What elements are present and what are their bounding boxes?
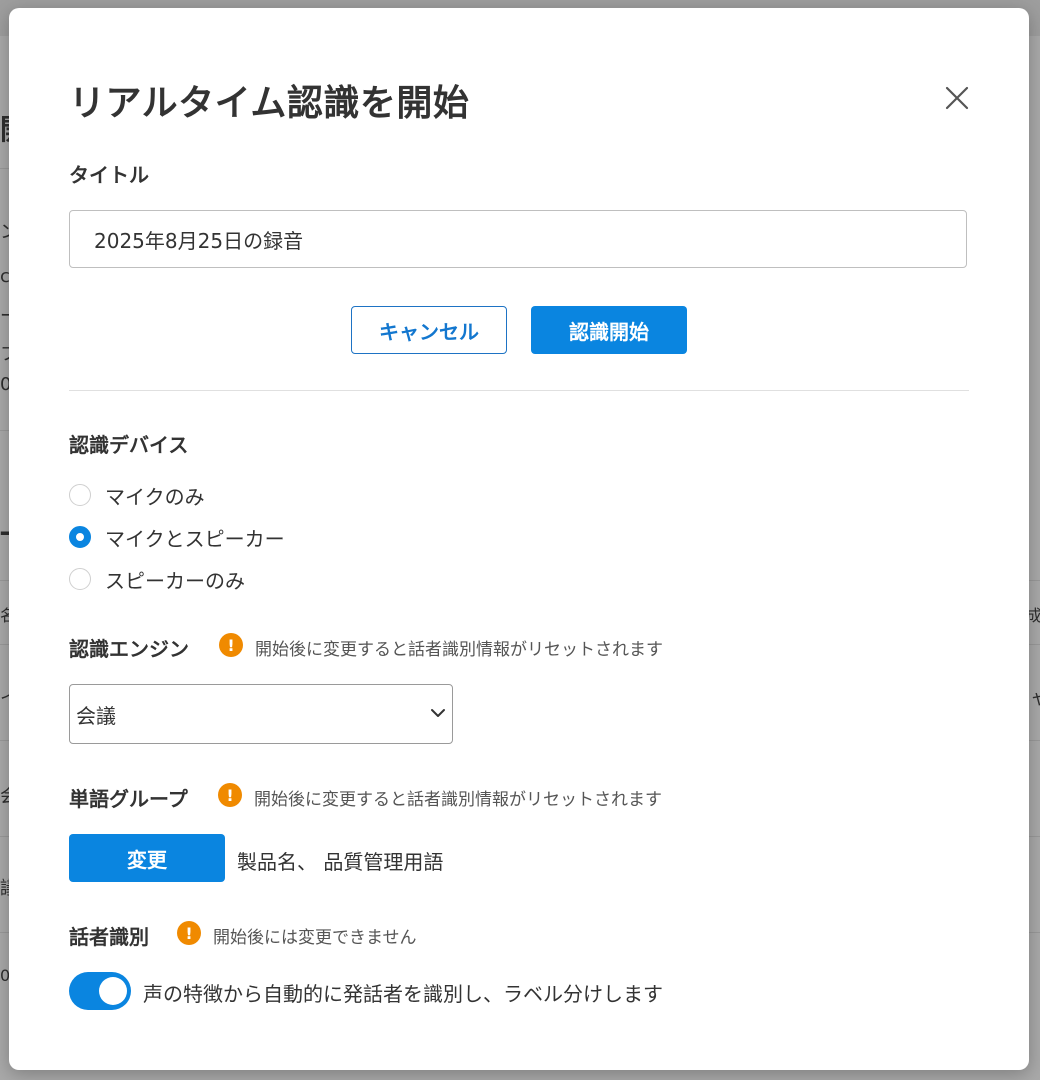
change-word-group-button[interactable]: 変更 [69,834,225,882]
start-recognition-dialog: リアルタイム認識を開始 タイトル キャンセル 認識開始 認識デバイス マイクのみ… [9,8,1029,1070]
title-field-label: タイトル [69,163,149,187]
engine-select-value: 会議 [76,703,116,728]
dialog-title: リアルタイム認識を開始 [69,83,470,124]
speaker-id-toggle[interactable] [69,972,131,1010]
word-group-value: 製品名、 品質管理用語 [237,850,444,874]
warning-icon: ! [219,633,243,657]
title-input[interactable] [69,210,967,268]
device-option-mic-and-speaker[interactable]: マイクとスピーカー [69,522,285,552]
start-recognition-button[interactable]: 認識開始 [531,306,687,354]
device-option-label: マイクとスピーカー [105,526,285,551]
radio-button[interactable] [69,484,91,506]
word-group-label: 単語グループ [69,787,188,811]
chevron-down-icon [431,709,445,717]
device-option-speaker-only[interactable]: スピーカーのみ [69,564,245,594]
radio-button-selected[interactable] [69,526,91,548]
engine-warning-text: 開始後に変更すると話者識別情報がリセットされます [255,640,663,660]
warning-icon: ! [218,783,242,807]
cancel-button[interactable]: キャンセル [351,306,507,354]
device-option-mic-only[interactable]: マイクのみ [69,480,205,510]
radio-button[interactable] [69,568,91,590]
close-button[interactable] [937,78,977,118]
engine-select[interactable]: 会議 [69,684,453,744]
warning-icon: ! [177,921,201,945]
device-option-label: マイクのみ [105,484,205,509]
close-icon [945,86,969,110]
engine-label: 認識エンジン [69,637,189,661]
word-group-warning-text: 開始後に変更すると話者識別情報がリセットされます [254,790,662,810]
section-divider [69,390,969,391]
speaker-id-toggle-label: 声の特徴から自動的に発話者を識別し、ラベル分けします [143,982,663,1006]
speaker-id-label: 話者識別 [69,925,149,949]
device-label: 認識デバイス [69,433,189,457]
speaker-id-warning-text: 開始後には変更できません [213,928,417,948]
toggle-knob [99,977,127,1005]
device-option-label: スピーカーのみ [105,568,245,593]
